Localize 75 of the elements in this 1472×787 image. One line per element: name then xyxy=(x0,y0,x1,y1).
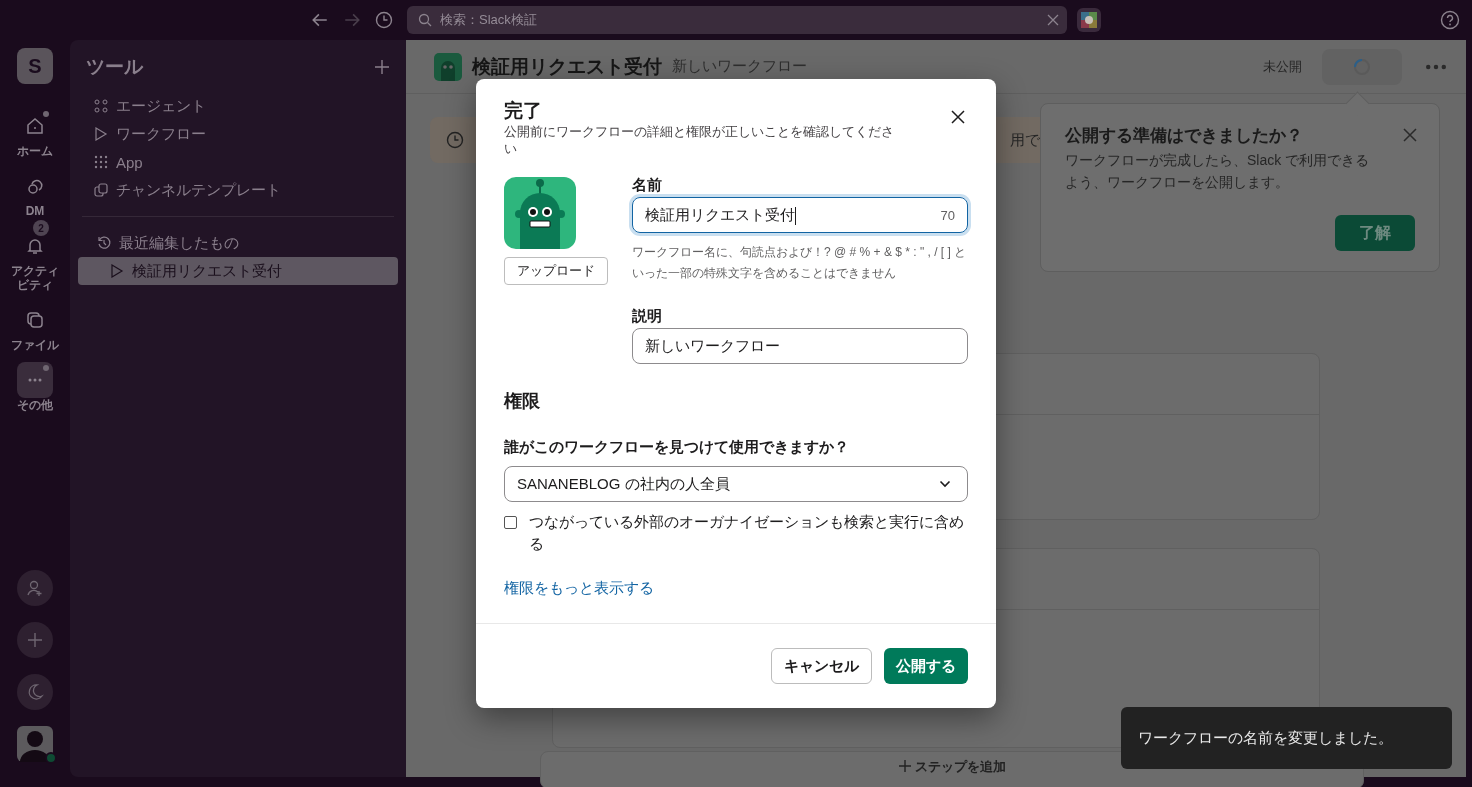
rail-label: その他 xyxy=(17,398,53,412)
dialog-subtitle: 公開前にワークフローの詳細と権限が正しいことを確認してください xyxy=(504,124,895,158)
workflow-title: 検証用リクエスト受付 xyxy=(472,54,662,79)
history-icon xyxy=(97,236,111,250)
user-avatar[interactable] xyxy=(17,726,53,762)
search-field[interactable]: 検索：Slack検証 xyxy=(407,6,1067,34)
field-label: 名前 xyxy=(632,177,663,195)
grid-icon xyxy=(94,155,108,169)
spinner-icon xyxy=(1352,56,1372,77)
field-hint: ワークフロー名に、句読点および！? @ # % + & $ * : " , / [ ] といった一部の特殊文字を含めることはできません xyxy=(632,244,968,282)
chevron-down-icon xyxy=(939,480,951,488)
history-icon[interactable] xyxy=(375,11,393,29)
checkbox[interactable] xyxy=(504,516,517,529)
add-person-icon xyxy=(26,579,44,597)
clock-icon xyxy=(446,131,464,149)
person-silhouette-icon xyxy=(17,726,53,762)
rail-label: DM xyxy=(25,204,45,218)
got-it-button[interactable]: 了解 xyxy=(1335,215,1415,251)
notification-badge: 2 xyxy=(33,220,49,236)
moon-icon xyxy=(26,683,44,701)
publish-button[interactable]: 公開する xyxy=(884,648,968,684)
field-label: 誰がこのワークフローを見つけて使用できますか？ xyxy=(504,438,850,457)
clear-icon[interactable] xyxy=(1047,14,1059,26)
rail-button[interactable] xyxy=(17,362,53,398)
sidebar-item[interactable]: 検証用リクエスト受付 xyxy=(78,257,398,285)
more-icon xyxy=(28,378,42,382)
sidebar-item[interactable]: チャンネルテンプレート xyxy=(78,176,398,204)
sidebar-item[interactable]: App xyxy=(78,148,398,176)
audience-dropdown[interactable]: SANANEBLOG の社内の人全員 xyxy=(504,466,968,502)
workspace-button[interactable]: S xyxy=(17,48,53,84)
rail-label: ホーム xyxy=(17,144,53,158)
plus-icon xyxy=(898,760,911,772)
dialog-title: 完了 xyxy=(504,99,543,123)
status-label: 未公開 xyxy=(1263,57,1302,76)
robot-avatar-icon xyxy=(504,177,576,249)
invite-button[interactable] xyxy=(17,570,53,606)
sidebar-title: ツール xyxy=(86,55,143,79)
home-icon xyxy=(25,116,45,136)
banner-text: 用で xyxy=(1010,130,1041,150)
rail-label: アクティビティ xyxy=(10,264,60,292)
rail-label: ファイル xyxy=(11,338,59,352)
online-status-dot xyxy=(45,752,57,764)
character-count: 70 xyxy=(940,207,955,223)
popover-text: ワークフローが完成したら、Slack で利用できるよう、ワークフローを公開します。 xyxy=(1065,151,1371,192)
files-icon xyxy=(25,310,45,330)
play-icon xyxy=(94,127,108,141)
section-heading: 権限 xyxy=(504,390,541,413)
forward-arrow-icon[interactable] xyxy=(343,11,361,29)
plus-icon[interactable] xyxy=(374,59,390,75)
back-arrow-icon[interactable] xyxy=(311,11,329,29)
field-label: 説明 xyxy=(632,308,663,326)
section-title: 最近編集したもの xyxy=(119,233,239,253)
name-field[interactable]: 検証用リクエスト受付 70 xyxy=(632,197,968,233)
description-field[interactable]: 新しいワークフロー xyxy=(632,328,968,364)
help-icon[interactable] xyxy=(1440,10,1460,30)
bell-icon xyxy=(25,236,45,256)
robot-icon xyxy=(434,52,462,81)
app-logo-icon[interactable] xyxy=(1076,7,1102,33)
cancel-button[interactable]: キャンセル xyxy=(771,648,872,684)
plus-icon xyxy=(26,631,44,649)
copy-icon xyxy=(94,183,108,197)
sidebar-item[interactable]: エージェント xyxy=(78,92,398,120)
checkbox-label: つながっている外部のオーガナイゼーションも検索と実行に含める xyxy=(529,512,965,554)
upload-button[interactable]: アップロード xyxy=(504,257,608,285)
sidebar-item[interactable]: ワークフロー xyxy=(78,120,398,148)
toast-notification: ワークフローの名前を変更しました。 xyxy=(1121,707,1452,769)
theme-button[interactable] xyxy=(17,674,53,710)
close-icon[interactable] xyxy=(951,110,965,124)
sparkle-dots-icon xyxy=(94,99,108,113)
more-icon[interactable] xyxy=(1426,63,1446,70)
popover-title: 公開する準備はできましたか？ xyxy=(1065,125,1304,147)
add-button[interactable] xyxy=(17,622,53,658)
show-more-permissions-link[interactable]: 権限をもっと表示する xyxy=(504,579,654,598)
search-icon xyxy=(418,13,432,27)
play-icon xyxy=(110,264,124,278)
